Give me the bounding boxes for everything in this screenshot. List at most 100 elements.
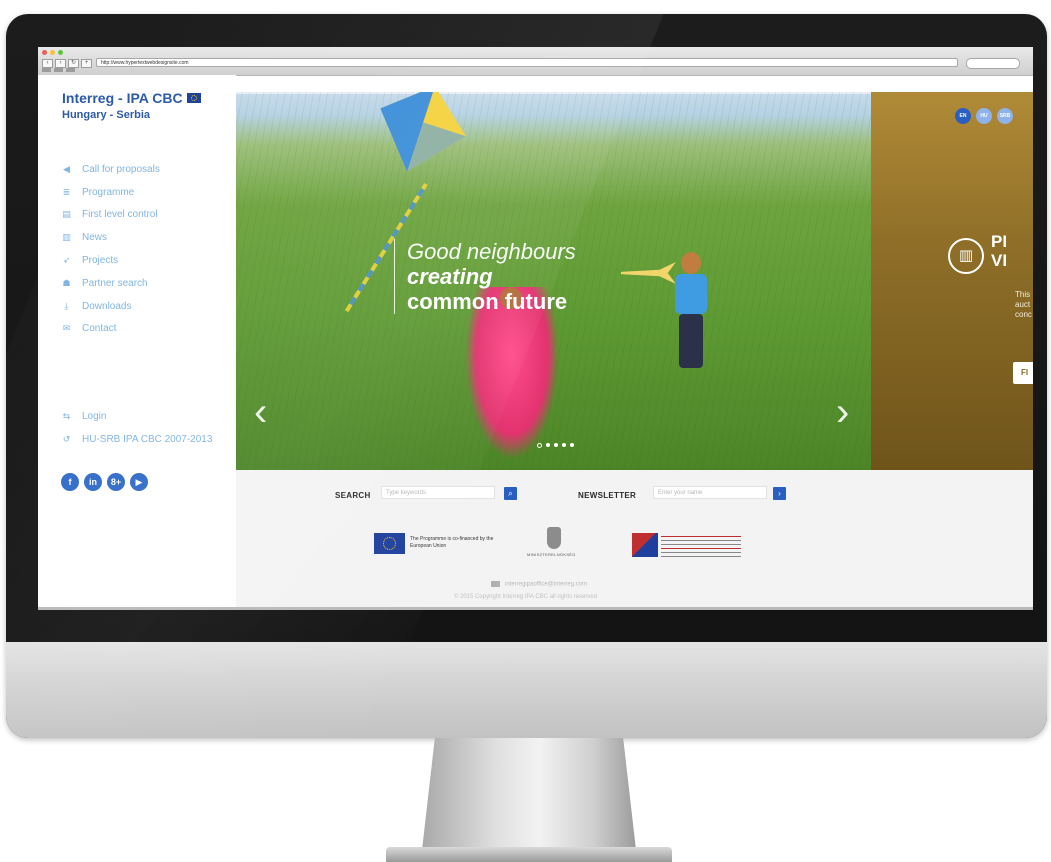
menu-item-label: Contact xyxy=(82,323,117,335)
news-title-line-1: PI xyxy=(991,232,1008,251)
bookmark-icon[interactable] xyxy=(54,68,63,72)
document-list-icon: ≣ xyxy=(62,186,71,197)
news-text-line-1: This xyxy=(1015,290,1031,299)
close-window-icon[interactable] xyxy=(42,50,47,55)
slogan-line-1: Good neighbours xyxy=(407,239,576,264)
newsletter-name-input[interactable]: Enter your name xyxy=(653,486,767,499)
partner-logo-text xyxy=(661,533,741,557)
download-icon: ⤓ xyxy=(64,300,69,311)
login-icon: ⇆ xyxy=(62,410,71,421)
youtube-icon[interactable]: ▶ xyxy=(130,473,148,491)
partner-flag-icon xyxy=(632,533,658,557)
menu-item-partner-search[interactable]: ☗ Partner search xyxy=(61,272,160,295)
social-links: f in 8+ ▶ xyxy=(61,473,148,491)
search-label: SEARCH xyxy=(335,491,371,500)
menu-item-first-level-control[interactable]: ▤ First level control xyxy=(61,204,160,227)
screen-bottom-edge xyxy=(38,607,1033,610)
bookmark-icon[interactable] xyxy=(66,68,75,72)
browser-search-field[interactable] xyxy=(966,58,1020,69)
news-read-more-button[interactable]: FI xyxy=(1013,362,1033,384)
browser-screen: ‹ › ↻ + http://www.hypertextwebdesignsit… xyxy=(38,47,1033,610)
boy-figure xyxy=(661,252,721,382)
back-icon[interactable]: ‹ xyxy=(42,59,53,68)
menu-item-news[interactable]: ▥ News xyxy=(61,226,160,249)
menu-item-old-programme[interactable]: ↺ HU-SRB IPA CBC 2007-2013 xyxy=(61,428,213,451)
bookmark-icon[interactable] xyxy=(42,68,51,72)
lang-en[interactable]: EN xyxy=(955,108,971,124)
partner-logo xyxy=(632,533,741,557)
boy-shirt xyxy=(675,274,707,314)
boy-legs xyxy=(679,314,703,368)
footer-section: SEARCH Type keywords ⌕ NEWSLETTER Enter … xyxy=(236,470,1033,610)
language-switcher: EN HU SRB xyxy=(955,108,1013,124)
forward-icon[interactable]: › xyxy=(55,59,66,68)
copyright-text: © 2015 Copyright Interreg IPA CBC all ri… xyxy=(454,594,598,600)
menu-item-contact[interactable]: ✉ Contact xyxy=(61,318,160,341)
url-bar[interactable]: http://www.hypertextwebdesignsite.com xyxy=(96,58,958,67)
slider-next-arrow[interactable]: › xyxy=(836,392,849,432)
news-title: PI VI xyxy=(991,232,1007,270)
slider-dot[interactable] xyxy=(546,443,550,447)
email-text: interregipaoffice@interreg.com xyxy=(505,581,588,588)
envelope-icon: ✉ xyxy=(62,323,71,334)
menu-item-label: Login xyxy=(82,410,107,422)
envelope-icon xyxy=(491,581,500,587)
linkedin-icon[interactable]: in xyxy=(84,473,102,491)
news-text-line-3: conc xyxy=(1015,310,1032,319)
menu-item-label: HU-SRB IPA CBC 2007-2013 xyxy=(82,433,213,445)
slider-prev-arrow[interactable]: ‹ xyxy=(254,392,267,432)
search-button[interactable]: ⌕ xyxy=(504,487,517,500)
slider-dot[interactable] xyxy=(554,443,558,447)
menu-item-programme[interactable]: ≣ Programme xyxy=(61,181,160,204)
menu-item-projects[interactable]: ➶ Projects xyxy=(61,249,160,272)
search-input[interactable]: Type keywords xyxy=(381,486,495,499)
browser-nav-buttons: ‹ › ↻ + xyxy=(42,59,92,68)
slogan-line-3: common future xyxy=(407,289,568,314)
eu-cofinance-logo: The Programme is co-financed by the Euro… xyxy=(374,533,510,554)
menu-item-label: Downloads xyxy=(82,300,132,312)
window-controls xyxy=(42,50,63,55)
menu-item-label: Projects xyxy=(82,255,119,267)
googleplus-icon[interactable]: 8+ xyxy=(107,473,125,491)
maximize-window-icon[interactable] xyxy=(58,50,63,55)
slider-dot[interactable] xyxy=(562,443,566,447)
news-title-line-2: VI xyxy=(991,251,1008,270)
hungarian-crest-icon xyxy=(547,527,561,549)
slider-dot[interactable] xyxy=(570,443,574,447)
eu-flag-icon xyxy=(186,93,201,103)
slider-dot[interactable] xyxy=(537,443,542,448)
menu-item-label: First level control xyxy=(82,209,158,221)
minimize-window-icon[interactable] xyxy=(50,50,55,55)
sidebar: Interreg - IPA CBC Hungary - Serbia ◀ Cal… xyxy=(38,75,236,610)
reload-icon[interactable]: ↻ xyxy=(68,59,79,68)
lang-hu[interactable]: HU xyxy=(976,108,992,124)
search-icon: ⌕ xyxy=(508,489,513,498)
menu-item-call-for-proposals[interactable]: ◀ Call for proposals xyxy=(61,158,160,181)
checklist-icon: ▤ xyxy=(62,209,71,220)
menu-item-label: Call for proposals xyxy=(82,163,160,175)
footer-email[interactable]: interregipaoffice@interreg.com xyxy=(491,581,587,588)
facebook-icon[interactable]: f xyxy=(61,473,79,491)
news-excerpt: This auct conc xyxy=(1015,290,1032,320)
eu-flag-icon xyxy=(374,533,405,554)
logo-subtitle: Hungary - Serbia xyxy=(62,109,151,121)
boy-head xyxy=(681,252,701,274)
site-logo[interactable]: Interreg - IPA CBC Hungary - Serbia xyxy=(62,91,201,121)
menu-item-downloads[interactable]: ⤓ Downloads xyxy=(61,295,160,318)
people-icon: ☗ xyxy=(62,277,71,288)
newsletter-label: NEWSLETTER xyxy=(578,491,637,500)
hero-slogan: Good neighbours creating common future xyxy=(394,239,576,314)
lang-srb[interactable]: SRB xyxy=(997,108,1013,124)
chevron-right-icon: › xyxy=(778,489,781,498)
menu-item-login[interactable]: ⇆ Login xyxy=(61,405,212,428)
menu-item-label: News xyxy=(82,232,108,244)
bookmarks-bar xyxy=(42,68,75,72)
news-text-line-2: auct xyxy=(1015,300,1031,309)
eu-cofinance-text: The Programme is co-financed by the Euro… xyxy=(410,536,494,549)
secondary-menu: ⇆ Login ↺ HU-SRB IPA CBC 2007-2013 xyxy=(61,405,213,451)
newspaper-icon: ▥ xyxy=(948,238,984,274)
browser-toolbar: ‹ › ↻ + http://www.hypertextwebdesignsit… xyxy=(38,47,1033,76)
share-icon[interactable]: + xyxy=(81,59,92,68)
newsletter-submit-button[interactable]: › xyxy=(773,487,786,500)
monitor-chin xyxy=(6,642,1047,738)
